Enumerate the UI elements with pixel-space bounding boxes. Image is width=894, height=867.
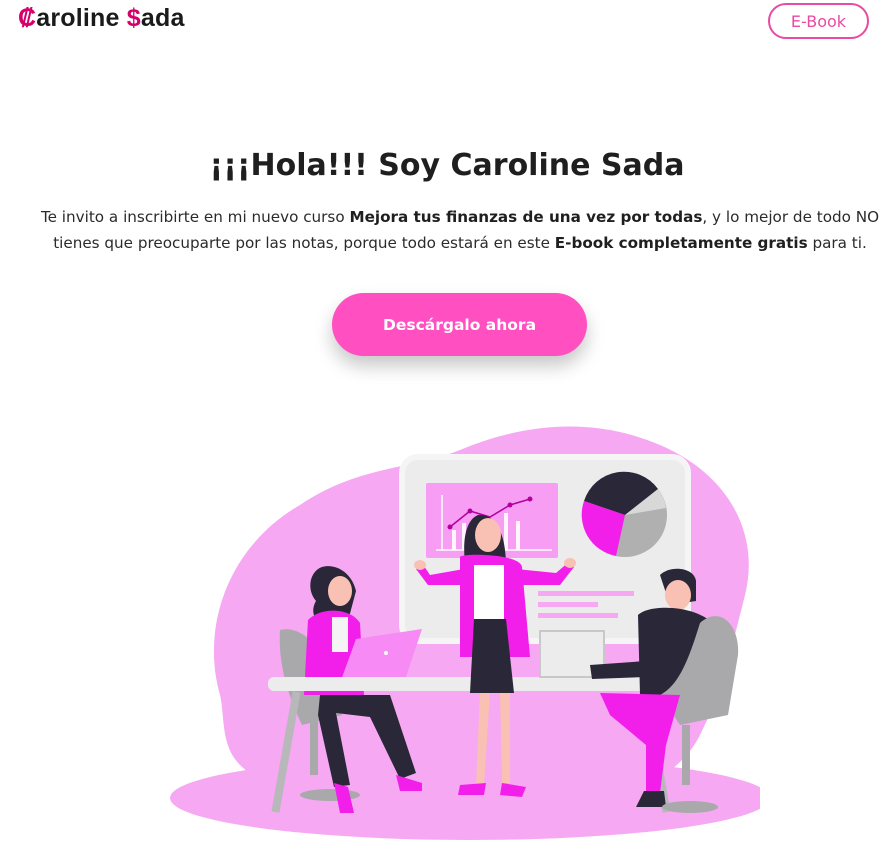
pie-chart-graphic — [581, 471, 667, 557]
ebook-free-text: E-book completamente gratis — [554, 234, 808, 252]
course-name: Mejora tus finanzas de una vez por todas — [349, 208, 703, 226]
ebook-button[interactable]: E-Book — [768, 3, 869, 39]
hero-text-part-1: Te invito a inscribirte en mi nuevo curs… — [40, 208, 350, 226]
team-meeting-illustration — [170, 426, 760, 840]
download-now-button[interactable]: Descárgalo ahora — [332, 293, 587, 356]
logo-dollar-sign: $ — [126, 4, 141, 32]
logo-text-1: aroline — [36, 4, 127, 32]
site-header: ₡aroline $ada E-Book — [0, 0, 894, 50]
hero-text-part-3: para ti. — [807, 234, 867, 252]
floor-shadow — [170, 756, 760, 840]
logo-text-2: ada — [140, 4, 185, 32]
hero-title: ¡¡¡Hola!!! Soy Caroline Sada — [209, 148, 685, 183]
logo-colon-sign: ₡ — [18, 4, 37, 32]
logo[interactable]: ₡aroline $ada — [18, 4, 185, 33]
hero-description: Te invito a inscribirte en mi nuevo curs… — [40, 204, 880, 256]
